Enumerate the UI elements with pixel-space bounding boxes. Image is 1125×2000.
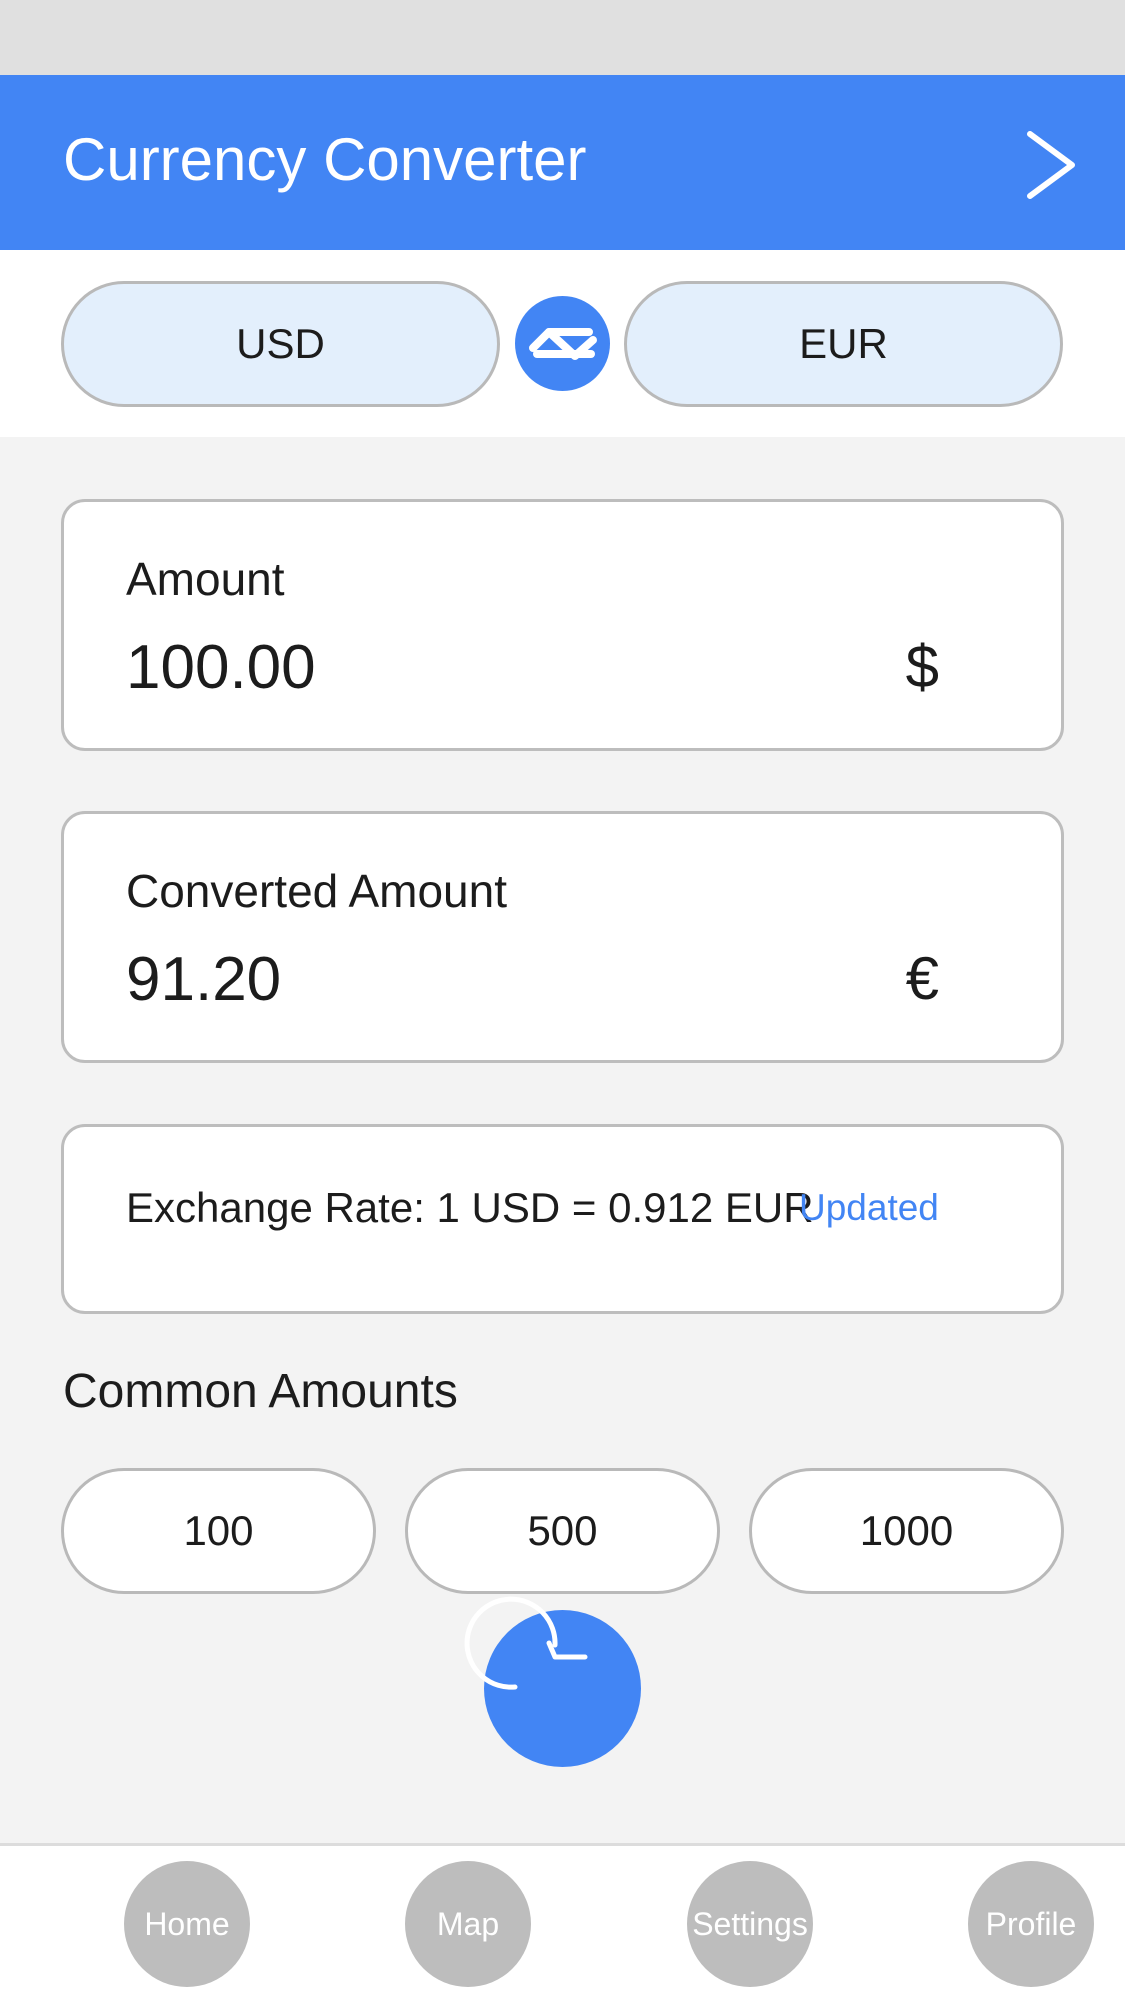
refresh-icon bbox=[464, 1596, 588, 1690]
swap-arrows-icon bbox=[529, 328, 597, 360]
chevron-right-icon[interactable] bbox=[1022, 130, 1082, 200]
converted-amount-label: Converted Amount bbox=[126, 865, 508, 917]
converted-amount-card: Converted Amount 91.20 € bbox=[61, 811, 1064, 1063]
dollar-symbol: $ bbox=[905, 633, 939, 700]
exchange-rate-text: Exchange Rate: 1 USD = 0.912 EUR bbox=[126, 1184, 814, 1231]
amount-chip-1000[interactable]: 1000 bbox=[749, 1468, 1064, 1594]
status-bar bbox=[0, 0, 1125, 75]
amount-chip-500[interactable]: 500 bbox=[405, 1468, 720, 1594]
amount-label: Amount bbox=[126, 553, 285, 605]
euro-symbol: € bbox=[905, 945, 939, 1012]
bottom-navigation: Home Map Settings Profile bbox=[0, 1843, 1125, 2000]
amount-input[interactable]: 100.00 bbox=[126, 632, 316, 703]
exchange-rate-card: Exchange Rate: 1 USD = 0.912 EUR Updated bbox=[61, 1124, 1064, 1314]
app-title: Currency Converter bbox=[63, 126, 587, 193]
app-bar: Currency Converter bbox=[0, 75, 1125, 250]
nav-map[interactable]: Map bbox=[405, 1861, 531, 1987]
nav-profile[interactable]: Profile bbox=[968, 1861, 1094, 1987]
nav-settings[interactable]: Settings bbox=[687, 1861, 813, 1987]
amount-chip-100[interactable]: 100 bbox=[61, 1468, 376, 1594]
swap-currencies-button[interactable] bbox=[515, 296, 610, 391]
currency-selector: USD EUR bbox=[0, 250, 1125, 437]
common-amounts-title: Common Amounts bbox=[63, 1365, 458, 1418]
rate-status-label: Updated bbox=[799, 1187, 939, 1228]
amount-input-card[interactable]: Amount 100.00 $ bbox=[61, 499, 1064, 751]
from-currency-button[interactable]: USD bbox=[61, 281, 500, 407]
to-currency-button[interactable]: EUR bbox=[624, 281, 1063, 407]
converted-amount-value: 91.20 bbox=[126, 945, 282, 1014]
nav-home[interactable]: Home bbox=[124, 1861, 250, 1987]
